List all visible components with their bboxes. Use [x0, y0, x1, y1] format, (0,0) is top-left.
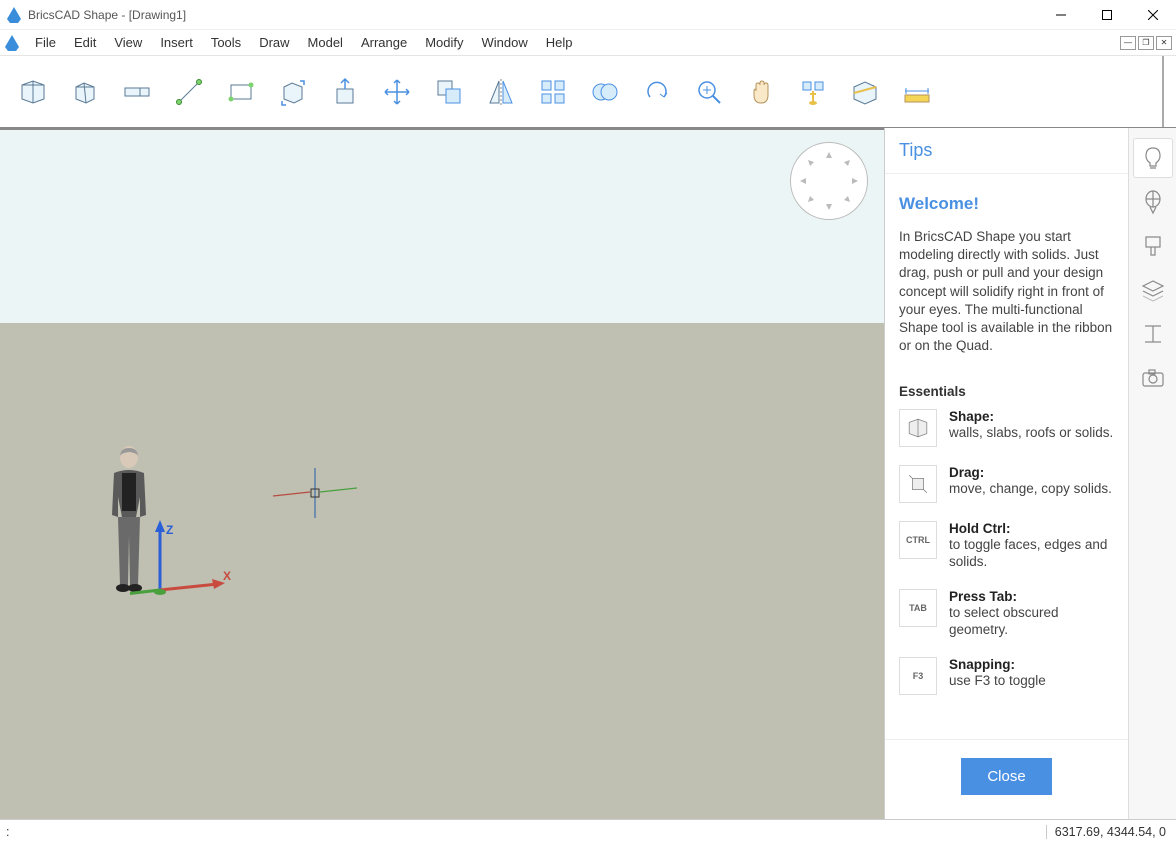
strip-layers-icon[interactable] [1133, 270, 1173, 310]
tips-intro: In BricsCAD Shape you start modeling dir… [899, 228, 1114, 356]
menu-help[interactable]: Help [537, 32, 582, 53]
tool-visual-style[interactable] [792, 71, 834, 113]
tool-shape[interactable] [12, 71, 54, 113]
toolbar [0, 56, 1176, 128]
strip-tips-icon[interactable] [1133, 138, 1173, 178]
command-prompt[interactable]: : [0, 825, 9, 839]
menu-file[interactable]: File [26, 32, 65, 53]
tips-panel: Tips Welcome! In BricsCAD Shape you star… [884, 128, 1128, 819]
menu-modify[interactable]: Modify [416, 32, 472, 53]
essentials-heading: Essentials [899, 384, 1114, 399]
mdi-close[interactable]: ✕ [1156, 36, 1172, 50]
strip-brush-icon[interactable] [1133, 226, 1173, 266]
close-window-button[interactable] [1130, 0, 1176, 30]
f3-key-icon: F3 [899, 657, 937, 695]
tab-key-icon: TAB [899, 589, 937, 627]
app-icon [6, 7, 22, 23]
tool-line[interactable] [168, 71, 210, 113]
tips-footer: Close [885, 739, 1128, 819]
tips-body[interactable]: Welcome! In BricsCAD Shape you start mod… [885, 174, 1128, 739]
drag-icon [899, 465, 937, 503]
tool-drag[interactable] [272, 71, 314, 113]
axis-x-label: X [223, 569, 231, 583]
tool-move[interactable] [376, 71, 418, 113]
window-title: BricsCAD Shape - [Drawing1] [28, 8, 186, 22]
crosshair-cursor [270, 468, 360, 518]
statusbar: : 6317.69, 4344.54, 0 [0, 819, 1176, 843]
tool-copy[interactable] [428, 71, 470, 113]
tool-rotate[interactable] [636, 71, 678, 113]
ctrl-key-icon: CTRL [899, 521, 937, 559]
menu-edit[interactable]: Edit [65, 32, 105, 53]
shape-icon [899, 409, 937, 447]
essential-ctrl: CTRL Hold Ctrl:to toggle faces, edges an… [899, 521, 1114, 571]
menubar: File Edit View Insert Tools Draw Model A… [0, 30, 1176, 56]
tool-measure[interactable] [896, 71, 938, 113]
axis-z-label: Z [166, 523, 173, 537]
strip-structure-icon[interactable] [1133, 314, 1173, 354]
tool-box[interactable] [64, 71, 106, 113]
menu-insert[interactable]: Insert [151, 32, 202, 53]
tool-zoom[interactable] [688, 71, 730, 113]
mdi-restore[interactable]: ❐ [1138, 36, 1154, 50]
tips-header: Tips [885, 128, 1128, 174]
tool-pan[interactable] [740, 71, 782, 113]
tool-section[interactable] [844, 71, 886, 113]
essential-shape: Shape:walls, slabs, roofs or solids. [899, 409, 1114, 447]
menu-draw[interactable]: Draw [250, 32, 298, 53]
strip-balloon-icon[interactable] [1133, 182, 1173, 222]
tips-title: Tips [899, 140, 1114, 161]
essential-drag: Drag:move, change, copy solids. [899, 465, 1114, 503]
menu-arrange[interactable]: Arrange [352, 32, 416, 53]
menu-window[interactable]: Window [473, 32, 537, 53]
mdi-minimize[interactable]: — [1120, 36, 1136, 50]
tool-array[interactable] [532, 71, 574, 113]
tool-rectangle[interactable] [220, 71, 262, 113]
essential-tab: TAB Press Tab:to select obscured geometr… [899, 589, 1114, 639]
tool-union[interactable] [584, 71, 626, 113]
view-direction-widget[interactable] [790, 142, 868, 220]
menu-tools[interactable]: Tools [202, 32, 250, 53]
tips-welcome: Welcome! [899, 194, 1114, 214]
coordinates: 6317.69, 4344.54, 0 [1046, 825, 1176, 839]
tool-wall[interactable] [116, 71, 158, 113]
window-controls [1038, 0, 1176, 30]
minimize-button[interactable] [1038, 0, 1084, 30]
essential-snapping: F3 Snapping:use F3 to toggle [899, 657, 1114, 695]
tool-mirror[interactable] [480, 71, 522, 113]
main-area: Z X Tips Welcome! In BricsCAD Shape you … [0, 128, 1176, 819]
strip-camera-icon[interactable] [1133, 358, 1173, 398]
right-strip [1128, 128, 1176, 819]
axis-indicator: Z X [130, 520, 240, 610]
viewport[interactable]: Z X [0, 128, 884, 819]
doc-icon [4, 35, 20, 51]
menu-view[interactable]: View [105, 32, 151, 53]
titlebar: BricsCAD Shape - [Drawing1] [0, 0, 1176, 30]
close-tips-button[interactable]: Close [961, 758, 1051, 795]
maximize-button[interactable] [1084, 0, 1130, 30]
tool-pushpull[interactable] [324, 71, 366, 113]
menu-model[interactable]: Model [299, 32, 352, 53]
